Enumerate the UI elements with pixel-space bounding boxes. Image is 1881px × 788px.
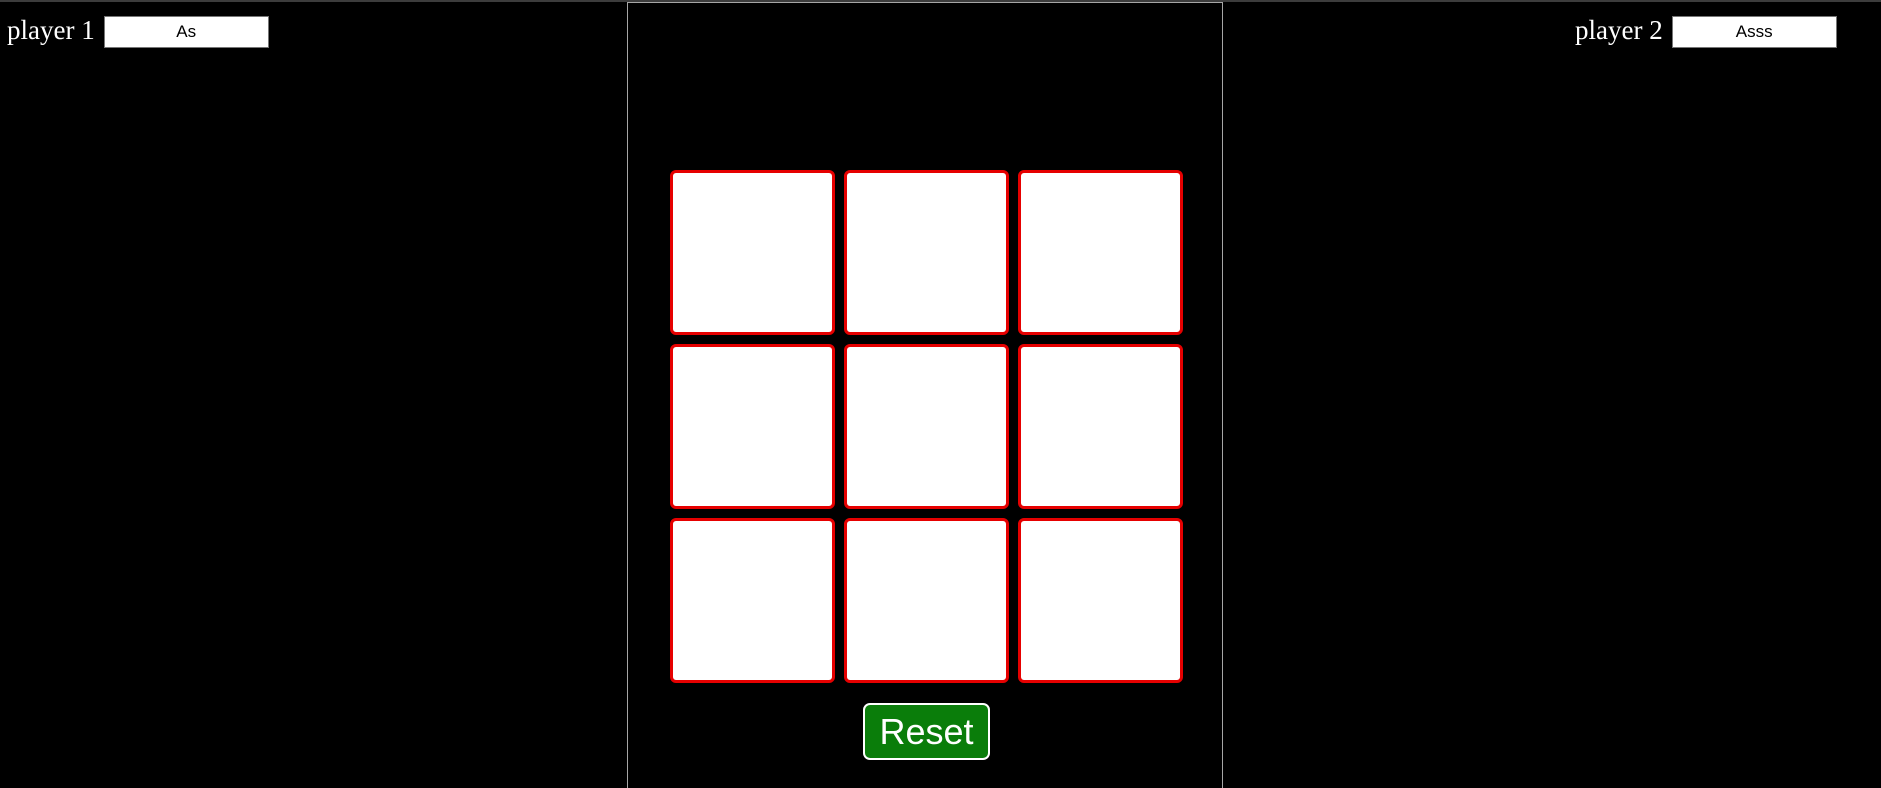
board-cell-7[interactable] — [670, 518, 835, 683]
board-cell-1[interactable] — [670, 170, 835, 335]
tic-tac-toe-board — [670, 170, 1183, 683]
player-2-name-input[interactable] — [1671, 16, 1837, 48]
board-cell-6[interactable] — [1018, 344, 1183, 509]
board-cell-2[interactable] — [844, 170, 1009, 335]
player-1-panel: player 1 — [7, 12, 269, 48]
board-cell-4[interactable] — [670, 344, 835, 509]
game-panel: Reset — [627, 2, 1223, 788]
board-cell-5[interactable] — [844, 344, 1009, 509]
player-1-name-input[interactable] — [103, 16, 269, 48]
player-2-panel: player 2 — [1575, 12, 1837, 48]
player-2-label: player 2 — [1575, 15, 1663, 45]
player-1-label: player 1 — [7, 15, 95, 45]
board-cell-9[interactable] — [1018, 518, 1183, 683]
board-cell-3[interactable] — [1018, 170, 1183, 335]
reset-button[interactable]: Reset — [863, 703, 990, 760]
board-cell-8[interactable] — [844, 518, 1009, 683]
